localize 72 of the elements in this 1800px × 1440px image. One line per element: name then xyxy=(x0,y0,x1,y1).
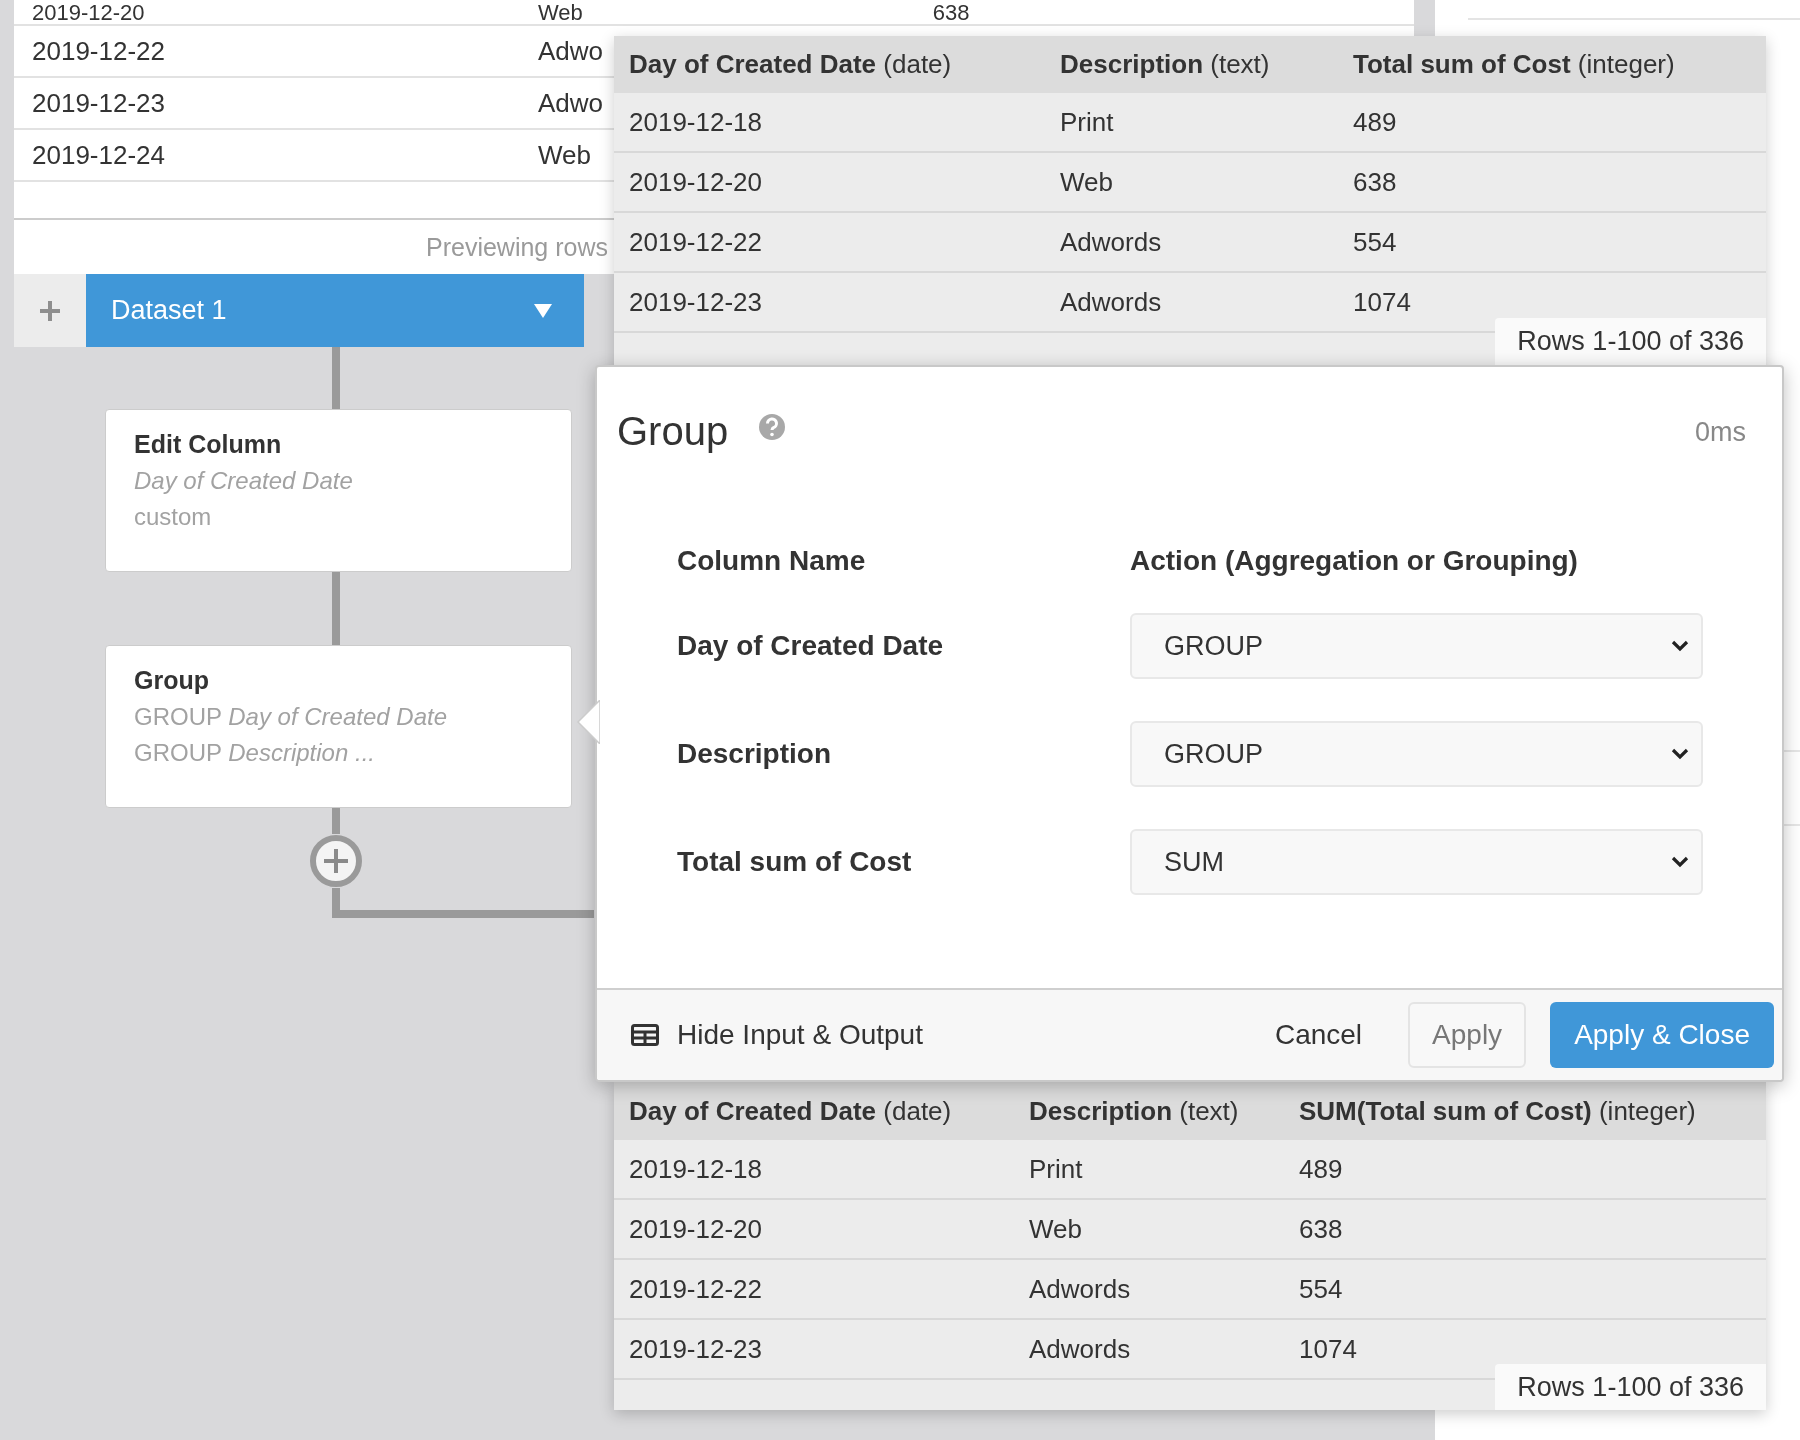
table-cell: Adwo xyxy=(538,87,604,119)
table-icon xyxy=(631,1024,659,1046)
step-card[interactable]: Group GROUP Day of Created Date GROUP Description ... xyxy=(105,645,572,808)
chevron-icon xyxy=(1671,748,1689,760)
help-icon[interactable] xyxy=(758,413,787,441)
table-cell: 1074 xyxy=(1299,1333,1357,1365)
step-detail: Day of Created Date xyxy=(134,467,354,495)
step-detail: GROUP Description ... xyxy=(134,739,376,767)
column-heading: Action (Aggregation or Grouping) xyxy=(1130,545,1579,577)
table-cell: Web xyxy=(538,139,591,171)
select-field[interactable]: GROUP xyxy=(1130,613,1703,679)
table-cell: 489 xyxy=(1353,106,1397,138)
step-detail: custom xyxy=(134,503,213,531)
row-count: Rows 1-100 of 336 xyxy=(1495,1364,1766,1410)
cancel-button[interactable]: Cancel xyxy=(1252,1002,1385,1068)
table-cell-text: 2019-12-20 xyxy=(628,1213,763,1245)
row-count: Rows 1-100 of 336 xyxy=(1495,318,1766,365)
table-cell-text: 2019-12-18 xyxy=(628,1153,763,1185)
table-cell-text: Web xyxy=(1029,1213,1083,1245)
table-cell-text: 2019-12-23 xyxy=(628,286,763,318)
column-header: Description (text) xyxy=(1060,49,1271,80)
table-cell: 638 xyxy=(932,2,970,24)
table-cell: 638 xyxy=(1299,1213,1343,1245)
table-cell-text: 2019-12-23 xyxy=(628,1333,763,1365)
table-cell-text: 2019-12-22 xyxy=(628,1273,763,1305)
chevron-icon xyxy=(1671,640,1689,652)
apply-button[interactable]: Apply xyxy=(1408,1002,1527,1068)
table-cell-text: Web xyxy=(1060,166,1114,198)
preview-status: Previewing rows xyxy=(426,232,608,262)
step-card[interactable]: Edit Column Day of Created Date custom xyxy=(105,409,572,572)
table-cell-text: 2019-12-20 xyxy=(628,166,763,198)
table-cell: Adwo xyxy=(538,35,604,67)
select-field[interactable]: GROUP xyxy=(1130,721,1703,787)
table-cell-text: Adwords xyxy=(1029,1273,1132,1305)
hide-input-output-button[interactable]: Hide Input & Output xyxy=(631,1019,923,1051)
step-title: Group xyxy=(134,666,210,695)
dialog-title: Group xyxy=(617,409,729,454)
table-cell: 638 xyxy=(1353,166,1397,198)
table-cell-text: 2019-12-18 xyxy=(628,106,763,138)
table-cell-text: 2019-12-23 xyxy=(31,87,166,119)
plus-icon xyxy=(39,299,61,322)
table-cell-text: 2019-12-22 xyxy=(628,226,763,258)
table-cell-text: Adwords xyxy=(1060,286,1163,318)
table-cell-text: Adwords xyxy=(1029,1333,1132,1365)
field-label: Day of Created Date xyxy=(677,630,945,662)
add-tab-button[interactable] xyxy=(14,274,86,347)
step-detail: GROUP Day of Created Date xyxy=(134,703,449,731)
add-step-icon[interactable] xyxy=(309,834,363,888)
chevron-icon xyxy=(1671,856,1689,868)
column-header: Day of Created Date (date) xyxy=(628,1095,953,1127)
column-header: Day of Created Date (date) xyxy=(628,49,953,80)
table-cell-text: Adwords xyxy=(1060,226,1163,258)
table-cell-text: Print xyxy=(1060,106,1115,138)
table-cell: 554 xyxy=(1299,1273,1343,1305)
column-heading: Column Name xyxy=(677,545,867,577)
step-title: Edit Column xyxy=(134,430,283,459)
column-header: Description (text) xyxy=(1029,1095,1240,1127)
column-header: Total sum of Cost (integer) xyxy=(1353,49,1675,80)
table-cell: 554 xyxy=(1353,226,1397,258)
table-cell-text: Print xyxy=(1029,1153,1084,1185)
table-cell: 1074 xyxy=(1353,286,1411,318)
duration-label: 0ms xyxy=(1695,417,1746,448)
select-field[interactable]: SUM xyxy=(1130,829,1703,895)
caret-icon xyxy=(534,303,552,318)
table-cell-text: 2019-12-20 xyxy=(31,2,146,24)
field-label: Total sum of Cost xyxy=(677,846,913,878)
table-cell: 489 xyxy=(1299,1153,1343,1185)
table-cell: Web xyxy=(538,2,583,24)
column-header: SUM(Total sum of Cost) (integer) xyxy=(1299,1095,1696,1127)
table-cell-text: 2019-12-22 xyxy=(31,35,166,67)
field-label: Description xyxy=(677,738,833,770)
table-cell-text: 2019-12-24 xyxy=(31,139,166,171)
